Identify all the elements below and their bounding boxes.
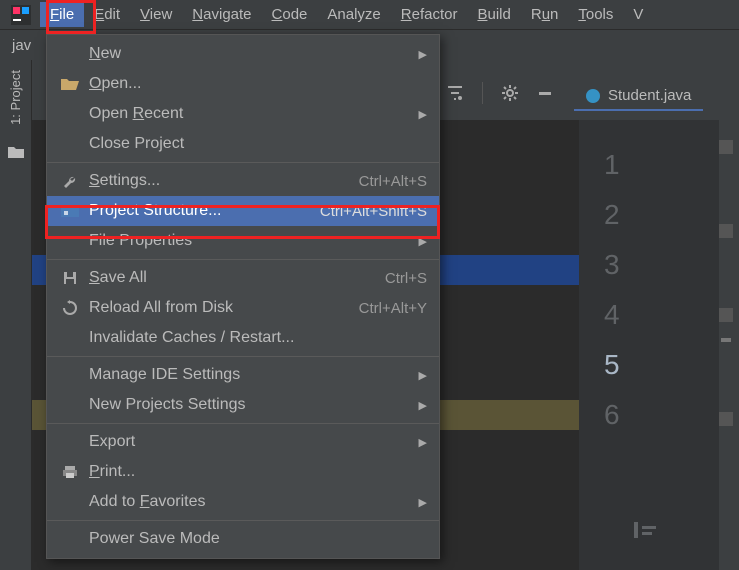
menu-item-label: Close Project xyxy=(89,135,184,153)
menu-tools[interactable]: Tools xyxy=(568,2,623,27)
line-number: 4 xyxy=(604,290,719,340)
fold-marker-icon[interactable] xyxy=(719,308,733,322)
file-menu-dropdown: New ▶ Open... Open Recent ▶ Close Project Sett… xyxy=(46,34,440,559)
print-icon xyxy=(59,464,81,480)
menu-item-label: Open Recent xyxy=(89,105,183,123)
submenu-arrow-icon: ▶ xyxy=(419,496,427,509)
line-number: 3 xyxy=(604,240,719,290)
menu-item-label: New Projects Settings xyxy=(89,396,246,414)
menu-item-label: Reload All from Disk xyxy=(89,299,233,317)
line-number: 6 xyxy=(604,390,719,440)
submenu-arrow-icon: ▶ xyxy=(419,399,427,412)
menu-separator xyxy=(47,162,439,163)
line-gutter: 123456 xyxy=(579,120,719,570)
menubar: FileEditViewNavigateCodeAnalyzeRefactorB… xyxy=(0,0,739,30)
menu-item-project-structure[interactable]: Project Structure... Ctrl+Alt+Shift+S xyxy=(47,196,439,226)
menu-item-label: Open... xyxy=(89,75,141,93)
menu-item-label: Project Structure... xyxy=(89,202,222,220)
submenu-arrow-icon: ▶ xyxy=(419,108,427,121)
line-number: 5 xyxy=(604,340,719,390)
separator xyxy=(482,82,483,104)
context-label: jav xyxy=(12,37,31,54)
menu-v[interactable]: V xyxy=(623,2,653,27)
menu-build[interactable]: Build xyxy=(467,2,520,27)
save-icon xyxy=(59,270,81,286)
gear-icon[interactable] xyxy=(501,84,519,102)
menu-item-close-project[interactable]: Close Project xyxy=(47,129,439,159)
menu-navigate[interactable]: Navigate xyxy=(182,2,261,27)
wrench-icon xyxy=(59,173,81,189)
folder-open-icon xyxy=(59,77,81,91)
menu-item-reload-all-from-disk[interactable]: Reload All from Disk Ctrl+Alt+Y xyxy=(47,293,439,323)
menu-item-save-all[interactable]: Save All Ctrl+S xyxy=(47,263,439,293)
menu-item-label: Invalidate Caches / Restart... xyxy=(89,329,294,347)
editor-toolbar xyxy=(446,82,553,104)
menu-item-new[interactable]: New ▶ xyxy=(47,39,439,69)
submenu-arrow-icon: ▶ xyxy=(419,48,427,61)
minimize-icon[interactable] xyxy=(537,85,553,101)
tab-label: Student.java xyxy=(608,87,691,104)
submenu-arrow-icon: ▶ xyxy=(419,235,427,248)
menu-item-invalidate-caches-restart[interactable]: Invalidate Caches / Restart... xyxy=(47,323,439,353)
menu-separator xyxy=(47,423,439,424)
menu-item-label: Manage IDE Settings xyxy=(89,366,240,384)
fold-marker-icon[interactable] xyxy=(719,140,733,154)
menu-item-print[interactable]: Print... xyxy=(47,457,439,487)
menu-file[interactable]: File xyxy=(40,2,84,27)
shortcut-label: Ctrl+Alt+Shift+S xyxy=(320,203,427,220)
menu-item-settings[interactable]: Settings... Ctrl+Alt+S xyxy=(47,166,439,196)
menu-separator xyxy=(47,520,439,521)
submenu-arrow-icon: ▶ xyxy=(419,369,427,382)
reload-icon xyxy=(59,300,81,316)
shortcut-label: Ctrl+Alt+Y xyxy=(359,300,427,317)
menu-item-manage-ide-settings[interactable]: Manage IDE Settings ▶ xyxy=(47,360,439,390)
menu-run[interactable]: Run xyxy=(521,2,569,27)
fold-sub-icon[interactable] xyxy=(721,338,731,342)
editor-tab[interactable]: Student.java xyxy=(574,82,703,111)
tool-sidebar: 1: Project xyxy=(0,60,32,570)
menu-code[interactable]: Code xyxy=(262,2,318,27)
menu-view[interactable]: View xyxy=(130,2,182,27)
menu-item-power-save-mode[interactable]: Power Save Mode xyxy=(47,524,439,554)
shortcut-label: Ctrl+Alt+S xyxy=(359,173,427,190)
fold-marker-icon[interactable] xyxy=(719,412,733,426)
project-tool-button[interactable]: 1: Project xyxy=(8,70,23,125)
menu-item-label: Power Save Mode xyxy=(89,530,220,548)
menu-edit[interactable]: Edit xyxy=(84,2,130,27)
app-logo-icon xyxy=(10,4,32,26)
menu-separator xyxy=(47,259,439,260)
menu-item-label: File Properties xyxy=(89,232,192,250)
menu-item-label: New xyxy=(89,45,121,63)
menu-item-export[interactable]: Export ▶ xyxy=(47,427,439,457)
line-number: 2 xyxy=(604,190,719,240)
line-number: 1 xyxy=(604,140,719,190)
shortcut-label: Ctrl+S xyxy=(385,270,427,287)
menu-item-file-properties[interactable]: File Properties ▶ xyxy=(47,226,439,256)
folder-icon[interactable] xyxy=(8,145,24,159)
menu-item-add-to-favorites[interactable]: Add to Favorites ▶ xyxy=(47,487,439,517)
menu-item-open-recent[interactable]: Open Recent ▶ xyxy=(47,99,439,129)
menu-item-label: Add to Favorites xyxy=(89,493,206,511)
menu-item-label: Save All xyxy=(89,269,147,287)
marker-bar xyxy=(719,120,737,460)
menu-item-new-projects-settings[interactable]: New Projects Settings ▶ xyxy=(47,390,439,420)
submenu-arrow-icon: ▶ xyxy=(419,436,427,449)
menu-item-label: Settings... xyxy=(89,172,160,190)
menu-item-open[interactable]: Open... xyxy=(47,69,439,99)
menu-refactor[interactable]: Refactor xyxy=(391,2,468,27)
menu-item-label: Export xyxy=(89,433,135,451)
class-icon xyxy=(586,89,600,103)
filter-icon[interactable] xyxy=(446,84,464,102)
menu-separator xyxy=(47,356,439,357)
fold-marker-icon[interactable] xyxy=(719,224,733,238)
folder-struct-icon xyxy=(59,204,81,218)
menu-item-label: Print... xyxy=(89,463,135,481)
menu-analyze[interactable]: Analyze xyxy=(317,2,390,27)
